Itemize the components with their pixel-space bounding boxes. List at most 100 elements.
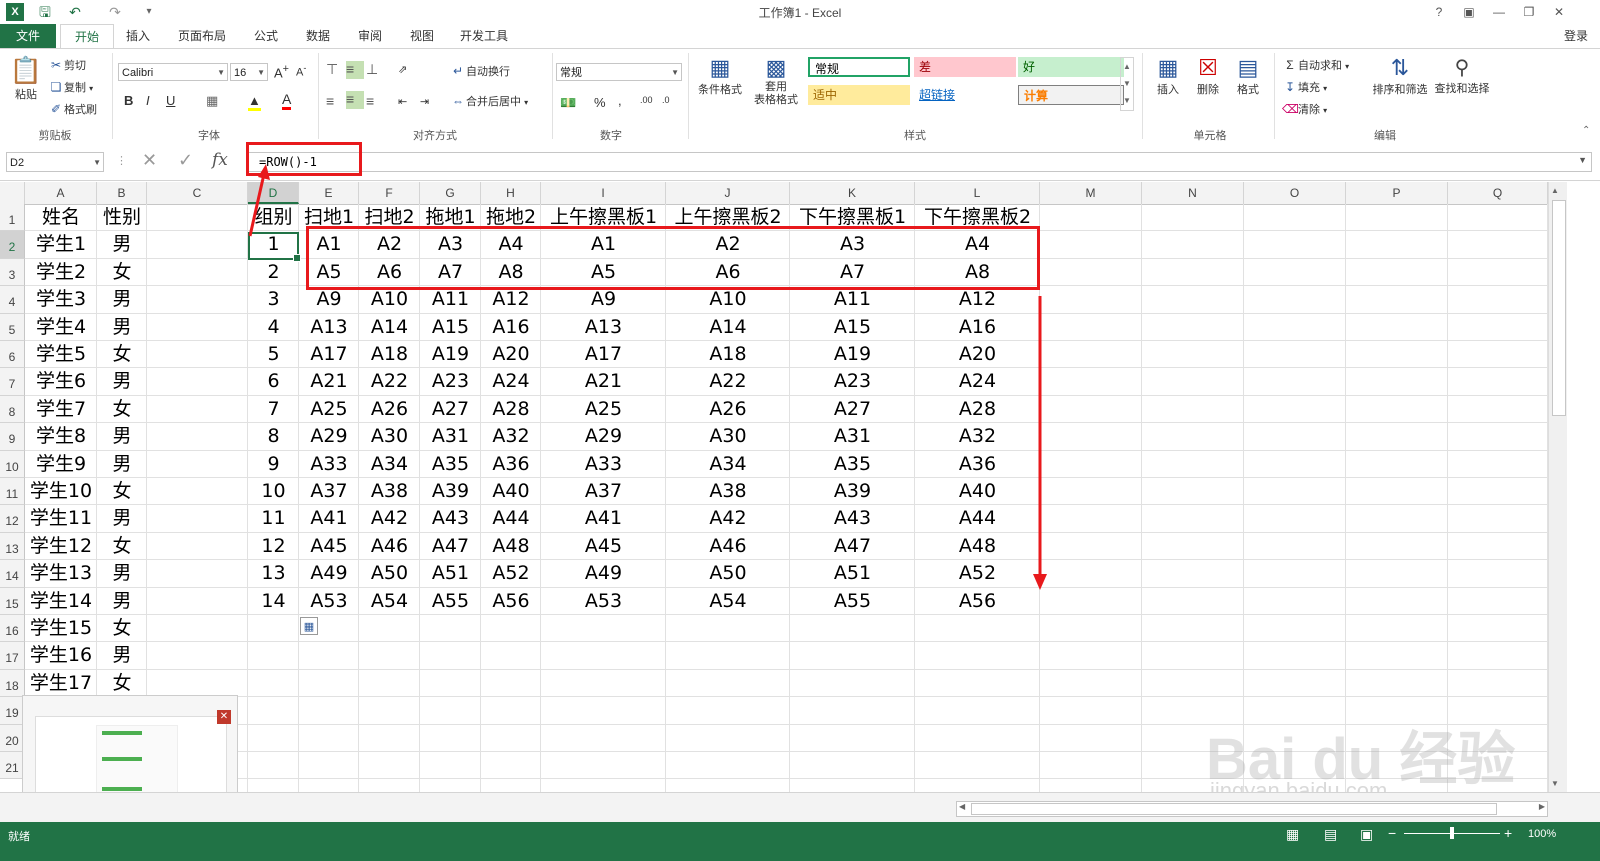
undo-icon[interactable]: ↶ (66, 3, 84, 21)
duty-assignment-cell[interactable]: A55 (420, 588, 481, 615)
font-name-select[interactable]: Calibri ▼ (118, 63, 228, 81)
duty-assignment-cell[interactable]: A29 (299, 423, 359, 450)
student-gender-cell[interactable]: 男 (97, 423, 147, 450)
customize-qat-icon[interactable]: ▾ (140, 3, 158, 21)
expand-formula-icon[interactable]: ▼ (1578, 155, 1587, 165)
duty-assignment-cell[interactable]: A14 (666, 314, 790, 341)
duty-assignment-cell[interactable]: A18 (359, 341, 420, 368)
student-gender-cell[interactable]: 男 (97, 560, 147, 587)
insert-cells-button[interactable]: ▦ 插入 (1150, 55, 1186, 97)
duty-assignment-cell[interactable]: A39 (420, 478, 481, 505)
column-header-l[interactable]: L (915, 182, 1040, 204)
accounting-icon[interactable]: 💵 (560, 95, 576, 111)
column-header-a[interactable]: A (25, 182, 97, 204)
student-name-cell[interactable]: 学生12 (25, 533, 97, 560)
student-gender-cell[interactable]: 男 (97, 588, 147, 615)
row-header-9[interactable]: 9 (0, 423, 25, 451)
tab-review[interactable]: 审阅 (348, 24, 392, 48)
row-header-1[interactable]: 1 (0, 204, 25, 232)
sort-filter-button[interactable]: ⇅ 排序和筛选 (1370, 55, 1430, 97)
student-name-cell[interactable]: 学生17 (25, 670, 97, 697)
shrink-font-button[interactable]: A- (296, 63, 306, 79)
duty-assignment-cell[interactable]: A43 (420, 505, 481, 532)
find-select-button[interactable]: ⚲ 查找和选择 (1434, 55, 1490, 96)
duty-assignment-cell[interactable]: A19 (790, 341, 915, 368)
duty-assignment-cell[interactable]: A52 (481, 560, 541, 587)
duty-assignment-cell[interactable]: A12 (915, 286, 1040, 313)
row-header-4[interactable]: 4 (0, 286, 25, 314)
duty-assignment-cell[interactable]: A15 (790, 314, 915, 341)
zoom-slider-thumb[interactable] (1450, 827, 1454, 839)
duty-assignment-cell[interactable]: A45 (299, 533, 359, 560)
duty-assignment-cell[interactable]: A42 (359, 505, 420, 532)
duty-assignment-cell[interactable]: A46 (666, 533, 790, 560)
row-header-13[interactable]: 13 (0, 532, 25, 561)
select-all-corner[interactable] (0, 182, 25, 204)
duty-assignment-cell[interactable]: A39 (790, 478, 915, 505)
duty-assignment-cell[interactable]: A47 (420, 533, 481, 560)
duty-assignment-cell[interactable]: A40 (915, 478, 1040, 505)
duty-assignment-cell[interactable]: A17 (541, 341, 666, 368)
duty-assignment-cell[interactable]: A18 (666, 341, 790, 368)
student-gender-cell[interactable]: 男 (97, 368, 147, 395)
borders-icon[interactable]: ▦ (206, 93, 218, 109)
font-size-select[interactable]: 16 ▼ (230, 63, 268, 81)
duty-assignment-cell[interactable]: A34 (666, 451, 790, 478)
student-name-cell[interactable]: 学生8 (25, 423, 97, 450)
student-name-cell[interactable]: 学生3 (25, 286, 97, 313)
login-link[interactable]: 登录 (1556, 24, 1596, 48)
duty-assignment-cell[interactable]: A53 (299, 588, 359, 615)
style-neutral[interactable]: 适中 (808, 85, 910, 105)
duty-assignment-cell[interactable]: A37 (299, 478, 359, 505)
duty-assignment-cell[interactable]: A31 (790, 423, 915, 450)
duty-assignment-cell[interactable]: A44 (481, 505, 541, 532)
duty-assignment-cell[interactable]: A11 (790, 286, 915, 313)
duty-assignment-cell[interactable]: A40 (481, 478, 541, 505)
increase-decimal-icon[interactable]: .00 (640, 95, 653, 105)
style-calculation[interactable]: 计算 (1018, 85, 1124, 105)
column-header-f[interactable]: F (359, 182, 420, 204)
collapse-ribbon-icon[interactable]: ⌃ (1582, 125, 1590, 136)
scroll-up-icon[interactable]: ▲ (1551, 186, 1559, 195)
style-hyperlink[interactable]: 超链接 (914, 85, 1016, 105)
group-number-cell[interactable]: 8 (248, 423, 299, 450)
duty-assignment-cell[interactable]: A9 (299, 286, 359, 313)
student-name-cell[interactable]: 学生13 (25, 560, 97, 587)
restore-icon[interactable]: ❐ (1518, 2, 1540, 22)
student-name-cell[interactable]: 学生10 (25, 478, 97, 505)
duty-assignment-cell[interactable]: A27 (790, 396, 915, 423)
redo-icon[interactable]: ↷ (106, 3, 124, 21)
zoom-out-icon[interactable]: − (1388, 825, 1396, 841)
duty-assignment-cell[interactable]: A13 (541, 314, 666, 341)
duty-assignment-cell[interactable]: A10 (666, 286, 790, 313)
duty-assignment-cell[interactable]: A29 (541, 423, 666, 450)
student-gender-cell[interactable]: 男 (97, 505, 147, 532)
column-header-q[interactable]: Q (1448, 182, 1548, 204)
group-number-cell[interactable]: 6 (248, 368, 299, 395)
format-painter-button[interactable]: ✐ 格式刷 (48, 101, 97, 117)
duty-assignment-cell[interactable]: A46 (359, 533, 420, 560)
scroll-left-icon[interactable]: ◀ (959, 802, 965, 811)
duty-assignment-cell[interactable]: A37 (541, 478, 666, 505)
duty-assignment-cell[interactable]: A16 (481, 314, 541, 341)
cancel-entry-icon[interactable]: ✕ (142, 150, 157, 171)
student-name-cell[interactable]: 学生1 (25, 231, 97, 258)
row-header-2[interactable]: 2 (0, 231, 25, 259)
duty-assignment-cell[interactable]: A17 (299, 341, 359, 368)
zoom-in-icon[interactable]: + (1504, 825, 1512, 841)
duty-assignment-cell[interactable]: A32 (915, 423, 1040, 450)
duty-assignment-cell[interactable]: A20 (481, 341, 541, 368)
student-gender-cell[interactable]: 女 (97, 533, 147, 560)
duty-assignment-cell[interactable]: A32 (481, 423, 541, 450)
scroll-down-icon[interactable]: ▼ (1551, 779, 1559, 788)
delete-cells-button[interactable]: ☒ 删除 (1190, 55, 1226, 97)
duty-assignment-cell[interactable]: A35 (420, 451, 481, 478)
duty-assignment-cell[interactable]: A35 (790, 451, 915, 478)
name-box[interactable]: D2 ▼ (6, 152, 104, 172)
help-icon[interactable]: ? (1428, 2, 1450, 22)
horizontal-scroll-thumb[interactable] (971, 803, 1497, 815)
group-number-cell[interactable]: 5 (248, 341, 299, 368)
duty-assignment-cell[interactable]: A48 (481, 533, 541, 560)
row-header-17[interactable]: 17 (0, 642, 25, 670)
tab-formulas[interactable]: 公式 (244, 24, 288, 48)
